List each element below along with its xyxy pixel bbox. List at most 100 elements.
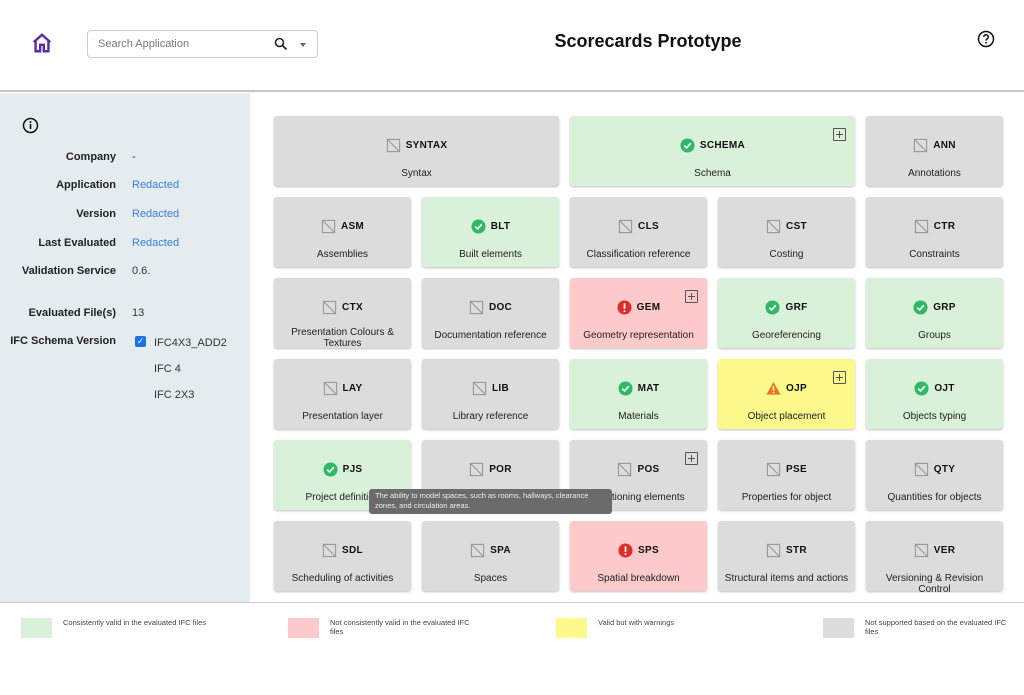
tile-label: Documentation reference bbox=[434, 330, 547, 341]
scorecard-tile-grp[interactable]: GRP Groups bbox=[866, 278, 1003, 348]
legend-text: Not supported based on the evaluated IFC… bbox=[865, 618, 1007, 636]
tile-header: PJS bbox=[323, 461, 363, 477]
tile-code: SCHEMA bbox=[699, 139, 746, 151]
tile-header: SYNTAX bbox=[386, 137, 448, 153]
expand-plus-icon[interactable] bbox=[833, 128, 846, 141]
tile-code: SDL bbox=[342, 544, 363, 556]
tile-header: CST bbox=[766, 218, 807, 234]
scorecard-tile-schema[interactable]: SCHEMA Schema bbox=[570, 116, 855, 186]
schema-option[interactable]: IFC4X3_ADD2 bbox=[154, 337, 227, 349]
check-circle-icon bbox=[618, 380, 633, 396]
expand-plus-icon[interactable] bbox=[685, 452, 698, 465]
tile-header: OJT bbox=[914, 380, 954, 396]
expand-plus-icon[interactable] bbox=[685, 290, 698, 303]
tile-code: POS bbox=[637, 463, 660, 475]
tooltip: The ability to model spaces, such as roo… bbox=[369, 489, 612, 514]
field-value[interactable]: Redacted bbox=[132, 237, 179, 249]
tile-header: STR bbox=[766, 542, 807, 558]
field-value[interactable]: Redacted bbox=[132, 208, 179, 220]
scorecard-tile-cst[interactable]: CST Costing bbox=[718, 197, 855, 267]
info-circle-icon[interactable] bbox=[22, 117, 39, 134]
field-value[interactable]: Redacted bbox=[132, 179, 179, 191]
scorecard-tile-ver[interactable]: VER Versioning & Revision Control bbox=[866, 521, 1003, 595]
unsupported-icon bbox=[469, 300, 484, 314]
tile-code: PSE bbox=[786, 463, 807, 475]
legend-footer bbox=[0, 602, 1024, 695]
scorecard-tile-spa[interactable]: SPA Spaces bbox=[422, 521, 559, 591]
unsupported-icon bbox=[470, 462, 484, 476]
tile-code: GRF bbox=[785, 301, 808, 313]
check-circle-icon bbox=[471, 218, 486, 234]
tile-code: VER bbox=[933, 544, 956, 556]
field-label: Validation Service bbox=[21, 265, 116, 277]
legend-swatch bbox=[556, 618, 587, 638]
unsupported-icon bbox=[766, 462, 781, 476]
scorecard-tile-str[interactable]: STR Structural items and actions bbox=[718, 521, 855, 591]
tile-label: Schema bbox=[694, 168, 731, 179]
scorecard-tile-doc[interactable]: DOC Documentation reference bbox=[422, 278, 559, 348]
tile-code: MAT bbox=[637, 382, 660, 394]
scorecard-tile-sdl[interactable]: SDL Scheduling of activities bbox=[274, 521, 411, 591]
tile-code: OJP bbox=[786, 382, 807, 394]
check-circle-icon bbox=[913, 299, 928, 315]
scorecard-tile-ojt[interactable]: OJT Objects typing bbox=[866, 359, 1003, 429]
scorecard-tile-mat[interactable]: MAT Materials bbox=[570, 359, 707, 429]
scorecard-tile-lib[interactable]: LIB Library reference bbox=[422, 359, 559, 429]
tile-label: Versioning & Revision Control bbox=[885, 573, 984, 595]
tile-header: ANN bbox=[913, 137, 956, 153]
tile-code: CTR bbox=[933, 220, 956, 232]
scorecard-tile-cls[interactable]: CLS Classification reference bbox=[570, 197, 707, 267]
schema-option[interactable]: IFC 4 bbox=[154, 363, 181, 375]
unsupported-icon bbox=[766, 219, 781, 233]
legend-swatch bbox=[823, 618, 854, 638]
scorecard-tile-ctr[interactable]: CTR Constraints bbox=[866, 197, 1003, 267]
unsupported-icon bbox=[470, 543, 485, 557]
help-circle-icon[interactable] bbox=[977, 30, 995, 48]
home-icon[interactable] bbox=[31, 32, 53, 54]
scorecard-tile-lay[interactable]: LAY Presentation layer bbox=[274, 359, 411, 429]
tile-code: CTX bbox=[342, 301, 363, 313]
scorecard-tile-gem[interactable]: GEM Geometry representation bbox=[570, 278, 707, 348]
scorecard-tile-qty[interactable]: QTY Quantities for objects bbox=[866, 440, 1003, 510]
search-combobox[interactable]: Search Application bbox=[87, 30, 318, 58]
scorecard-tile-ojp[interactable]: OJP Object placement bbox=[718, 359, 855, 429]
search-icon[interactable] bbox=[274, 37, 288, 51]
legend-text: Consistently valid in the evaluated IFC … bbox=[63, 618, 206, 627]
tile-code: GRP bbox=[933, 301, 956, 313]
tile-header: DOC bbox=[469, 299, 512, 315]
tile-label: Structural items and actions bbox=[724, 573, 849, 584]
expand-plus-icon[interactable] bbox=[833, 371, 846, 384]
check-circle-icon bbox=[765, 299, 781, 315]
scorecard-tile-asm[interactable]: ASM Assemblies bbox=[274, 197, 411, 267]
chevron-down-icon[interactable] bbox=[300, 43, 306, 47]
tile-label: Syntax bbox=[401, 168, 432, 179]
tile-header: GEM bbox=[617, 299, 661, 315]
legend-text: Valid but with warnings bbox=[598, 618, 675, 627]
scorecard-tile-grf[interactable]: GRF Georeferencing bbox=[718, 278, 855, 348]
tile-code: STR bbox=[786, 544, 807, 556]
tile-header: POS bbox=[617, 461, 659, 477]
scorecard-tile-sps[interactable]: SPS Spatial breakdown bbox=[570, 521, 707, 591]
tile-label: Presentation layer bbox=[302, 411, 383, 422]
tile-code: LIB bbox=[491, 382, 509, 394]
check-circle-icon bbox=[914, 380, 929, 396]
field-label: Application bbox=[56, 179, 116, 191]
scorecard-tile-ann[interactable]: ANN Annotations bbox=[866, 116, 1003, 186]
schema-option[interactable]: IFC 2X3 bbox=[154, 389, 194, 401]
search-input[interactable]: Search Application bbox=[98, 38, 189, 50]
scorecard-tile-ctx[interactable]: CTX Presentation Colours & Textures bbox=[274, 278, 411, 349]
unsupported-icon bbox=[914, 138, 928, 152]
tile-header: QTY bbox=[914, 461, 955, 477]
tile-code: SYNTAX bbox=[405, 139, 448, 151]
scorecard-tile-syntax[interactable]: SYNTAX Syntax bbox=[274, 116, 559, 186]
tile-header: VER bbox=[914, 542, 955, 558]
scorecard-tile-blt[interactable]: BLT Built elements bbox=[422, 197, 559, 267]
scorecard-tile-pse[interactable]: PSE Properties for object bbox=[718, 440, 855, 510]
tile-label: Georeferencing bbox=[752, 330, 821, 341]
schema-checkbox[interactable]: ✓ bbox=[135, 336, 146, 347]
field-value: 0.6. bbox=[132, 265, 151, 277]
unsupported-icon bbox=[386, 138, 400, 152]
tile-code: SPS bbox=[638, 544, 659, 556]
unsupported-icon bbox=[914, 219, 928, 233]
legend-swatch bbox=[288, 618, 319, 638]
